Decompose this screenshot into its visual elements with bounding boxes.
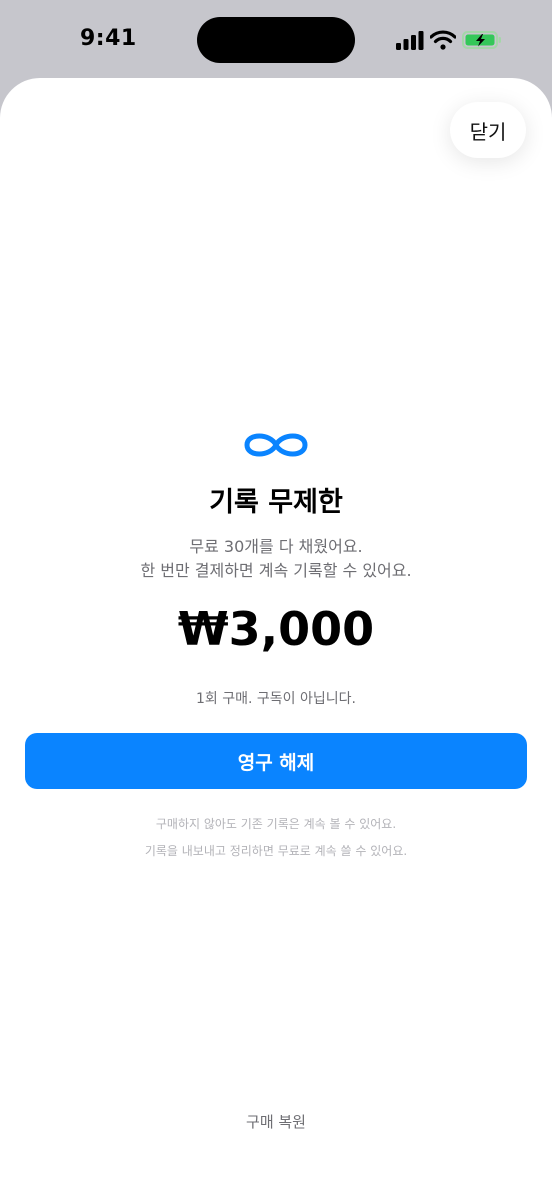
subtitle-line-2: 한 번만 결제하면 계속 기록할 수 있어요.	[140, 561, 412, 580]
wifi-icon	[430, 30, 456, 50]
dynamic-island	[197, 17, 355, 63]
status-time: 9:41	[80, 26, 137, 51]
paywall-sheet: 닫기 기록 무제한 무료 30개를 다 채웠어요. 한 번만 결제하면 계속 기…	[0, 78, 552, 1200]
battery-charging-icon	[462, 31, 501, 49]
close-button[interactable]: 닫기	[450, 102, 526, 158]
footnote-line-1: 구매하지 않아도 기존 기록은 계속 볼 수 있어요.	[155, 817, 397, 831]
restore-purchase-link[interactable]: 구매 복원	[226, 1111, 326, 1132]
cellular-signal-icon	[396, 31, 424, 50]
price-label: ₩3,000	[177, 602, 375, 656]
status-icons	[396, 28, 502, 52]
subtitle-line-1: 무료 30개를 다 채웠어요.	[189, 537, 363, 556]
unlock-forever-button[interactable]: 영구 해제	[25, 733, 527, 789]
status-bar: 9:41	[0, 0, 552, 80]
infinity-icon	[244, 433, 308, 457]
footnote-line-2: 기록을 내보내고 정리하면 무료로 계속 쓸 수 있어요.	[144, 844, 408, 858]
purchase-type-note: 1회 구매. 구독이 아닙니다.	[196, 691, 356, 707]
page-title: 기록 무제한	[209, 487, 343, 518]
